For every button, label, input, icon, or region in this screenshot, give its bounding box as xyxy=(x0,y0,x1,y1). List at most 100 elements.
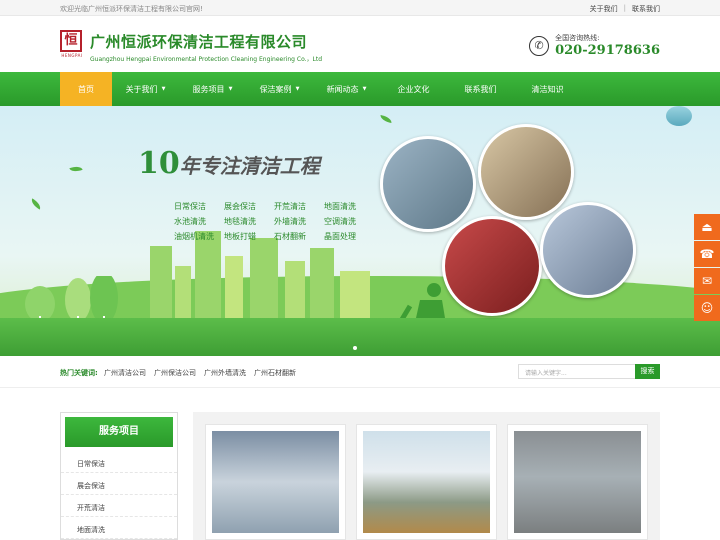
nav-item[interactable]: 联系我们 xyxy=(447,72,514,106)
hotline-label: 全国咨询热线: xyxy=(555,34,600,42)
nav-item[interactable]: 服务项目 ▼ xyxy=(179,72,246,106)
top-links: 关于我们 | 联系我们 xyxy=(590,4,660,14)
case-photo-image xyxy=(212,431,339,533)
leaf-decoration xyxy=(69,164,83,174)
banner-service-item: 展会保洁 xyxy=(224,202,256,211)
banner-service-item: 外墙清洗 xyxy=(274,217,306,226)
nav-item[interactable]: 企业文化 xyxy=(380,72,447,106)
city-building xyxy=(285,261,305,326)
nav-item-label: 首页 xyxy=(78,84,94,94)
service-sidebar: 服务项目 日常保洁 展会保洁 开荒清洁 地面清洗 xyxy=(60,412,178,540)
sidebar-item[interactable]: 日常保洁 xyxy=(61,451,177,473)
search-button[interactable]: 搜索 xyxy=(635,364,660,379)
main-nav: 首页 关于我们 ▼ 服务项目 ▼ 保洁案例 ▼ 新闻动态 ▼ 企业文化 联系我们 清洁知识 xyxy=(0,72,720,106)
back-to-top-icon[interactable]: ⏏ xyxy=(694,214,720,240)
company-name-cn: 广州恒派环保清洁工程有限公司 xyxy=(90,33,308,51)
banner-title-number: 10 xyxy=(138,146,180,181)
nav-item[interactable]: 清洁知识 xyxy=(514,72,581,106)
photo-carpet-cleaning xyxy=(442,216,542,316)
city-building xyxy=(150,246,172,326)
main-content: 服务项目 日常保洁 展会保洁 开荒清洁 地面清洗 xyxy=(0,388,720,540)
hot-keywords-list: 广州清洁公司 广州保洁公司 广州外墙清洗 广州石材翻新 xyxy=(104,368,296,378)
banner-service-item: 日常保洁 xyxy=(174,202,206,211)
top-link-separator: | xyxy=(623,4,626,12)
leaf-decoration xyxy=(29,198,43,210)
floating-tools: ⏏ ☎ ✉ ☺ xyxy=(694,214,720,321)
banner-service-item: 地毯清洗 xyxy=(224,217,256,226)
hotline: ✆ 全国咨询热线: 020-29178636 xyxy=(529,33,660,58)
company-name: 广州恒派环保清洁工程有限公司 Guangzhou Hengpai Environ… xyxy=(90,31,322,63)
balloon-icon xyxy=(666,106,692,126)
banner-services: 日常保洁 展会保洁 开荒清洁 地面清洗水池清洗 地毯清洗 外墙清洗 空调清洗油烟机清洗 地板打… xyxy=(174,201,374,242)
message-icon[interactable]: ✉ xyxy=(694,268,720,294)
banner-service-item: 水池清洗 xyxy=(174,217,206,226)
photo-floor-polishing xyxy=(478,124,574,220)
case-photo-image xyxy=(363,431,490,533)
nav-item[interactable]: 新闻动态 ▼ xyxy=(313,72,380,106)
top-bar: 欢迎光临广州恒派环保清洁工程有限公司官网! 关于我们 | 联系我们 xyxy=(0,0,720,16)
hotline-number: 020-29178636 xyxy=(555,43,660,58)
hot-keywords-label: 热门关键词: xyxy=(60,369,98,377)
nav-item-label: 服务项目 xyxy=(192,84,225,94)
banner-service-item: 晶面处理 xyxy=(324,232,356,241)
banner-title: 10年专注清洁工程 xyxy=(138,146,320,181)
case-gallery xyxy=(193,412,660,540)
nav-item-label: 企业文化 xyxy=(397,84,430,94)
ground xyxy=(0,318,720,356)
hot-keywords-bar: 热门关键词: 广州清洁公司 广州保洁公司 广州外墙清洗 广州石材翻新 请输入关键字..… xyxy=(0,356,720,388)
hero-banner[interactable]: 10年专注清洁工程 日常保洁 展会保洁 开荒清洁 地面清洗水池清洗 地毯清洗 外墙清洗 空调… xyxy=(0,106,720,356)
case-photo[interactable] xyxy=(356,424,497,540)
logo-mark: 恒 xyxy=(60,30,82,52)
phone-icon[interactable]: ☎ xyxy=(694,241,720,267)
phone-icon: ✆ xyxy=(529,35,550,56)
banner-service-item: 地面清洗 xyxy=(324,202,356,211)
nav-item-label: 新闻动态 xyxy=(326,84,359,94)
case-photo[interactable] xyxy=(205,424,346,540)
leaf-decoration xyxy=(379,115,393,123)
banner-service-item: 开荒清洁 xyxy=(274,202,306,211)
qq-icon[interactable]: ☺ xyxy=(694,295,720,321)
city-building xyxy=(175,266,191,326)
banner-title-text: 年专注清洁工程 xyxy=(179,154,320,178)
company-name-en: Guangzhou Hengpai Environmental Protecti… xyxy=(90,56,323,63)
chevron-down-icon: ▼ xyxy=(295,86,300,92)
city-building xyxy=(250,238,278,326)
logo-subtext: HENGPAI xyxy=(61,53,83,58)
city-building xyxy=(195,231,221,326)
nav-item[interactable]: 关于我们 ▼ xyxy=(112,72,179,106)
banner-service-item: 地板打蜡 xyxy=(224,232,256,241)
about-us-link[interactable]: 关于我们 xyxy=(590,4,618,14)
photo-facade-cleaning xyxy=(380,136,476,232)
sidebar-title: 服务项目 xyxy=(65,417,173,447)
sidebar-item[interactable]: 地面清洗 xyxy=(61,517,177,539)
sidebar-item[interactable]: 展会保洁 xyxy=(61,473,177,495)
company-logo[interactable]: 恒 HENGPAI xyxy=(60,30,84,60)
hot-keyword-link[interactable]: 广州保洁公司 xyxy=(154,368,196,378)
nav-item-label: 关于我们 xyxy=(125,84,158,94)
hot-keyword-link[interactable]: 广州外墙清洗 xyxy=(204,368,246,378)
carousel-dot[interactable] xyxy=(353,346,357,350)
nav-item[interactable]: 保洁案例 ▼ xyxy=(246,72,313,106)
welcome-text: 欢迎光临广州恒派环保清洁工程有限公司官网! xyxy=(60,5,203,13)
case-photo-image xyxy=(514,431,641,533)
banner-service-item: 石材翻新 xyxy=(274,232,306,241)
case-photo[interactable] xyxy=(507,424,648,540)
chevron-down-icon: ▼ xyxy=(228,86,233,92)
chevron-down-icon: ▼ xyxy=(161,86,166,92)
banner-service-item: 油烟机清洗 xyxy=(174,232,214,241)
banner-service-item: 空调清洗 xyxy=(324,217,356,226)
contact-us-link[interactable]: 联系我们 xyxy=(632,4,660,14)
nav-item-label: 联系我们 xyxy=(464,84,497,94)
search-input[interactable]: 请输入关键字... xyxy=(518,364,636,379)
city-building xyxy=(310,248,334,326)
city-building xyxy=(225,256,243,326)
header: 恒 HENGPAI 广州恒派环保清洁工程有限公司 Guangzhou Hengp… xyxy=(0,16,720,72)
nav-item[interactable]: 首页 xyxy=(60,72,112,106)
sidebar-item[interactable]: 开荒清洁 xyxy=(61,495,177,517)
nav-item-label: 清洁知识 xyxy=(531,84,564,94)
hot-keyword-link[interactable]: 广州石材翻新 xyxy=(254,368,296,378)
hot-keyword-link[interactable]: 广州清洁公司 xyxy=(104,368,146,378)
photo-mall-cleaning xyxy=(540,202,636,298)
nav-item-label: 保洁案例 xyxy=(259,84,292,94)
chevron-down-icon: ▼ xyxy=(362,86,367,92)
